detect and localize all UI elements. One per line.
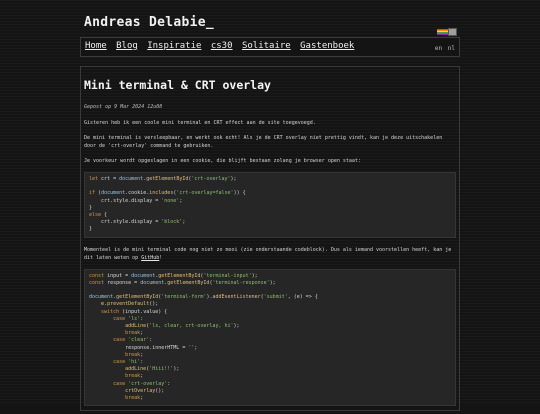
paragraph-4-end: ! (159, 254, 163, 261)
code-line: addLine('Hiii!!'); (125, 366, 180, 373)
code-line: case 'crt-overlay': (113, 380, 171, 387)
code-block-terminal: const input = document.getElementById('t… (84, 268, 456, 407)
code-line: else { (89, 212, 108, 219)
lang-nl-link[interactable]: nl (448, 45, 455, 52)
code-line: const input = document.getElementById('t… (89, 272, 258, 279)
paragraph-2: De mini terminal is versleepbaar, en wer… (84, 135, 443, 149)
nav-link-blog[interactable]: Blog (116, 41, 138, 51)
lang-en-link[interactable]: en (435, 45, 442, 52)
code-line: break; (125, 351, 144, 358)
article-title: Mini terminal & CRT overlay (84, 78, 271, 92)
code-line: response.innerHTML = ''; (89, 344, 198, 351)
code-line: case 'hi': (113, 359, 144, 366)
code-line: } (89, 226, 93, 233)
code-line: case 'clear': (113, 337, 153, 344)
site-title: Andreas Delabie_ (84, 15, 215, 30)
language-switcher: en nl (433, 45, 455, 52)
code-line: switch (input.value) { (101, 308, 168, 315)
code-line: case 'ls': (113, 315, 144, 322)
code-line: const response = document.getElementById… (89, 279, 276, 286)
paragraph-4: Momenteel is de mini terminal code nog n… (84, 246, 456, 262)
code-line: crtOverlay(); (125, 387, 165, 394)
code-line: break; (125, 373, 144, 380)
code-line: if (document.cookie.includes('crt-overla… (89, 190, 246, 197)
nav-link-inspiratie[interactable]: Inspiratie (147, 41, 201, 51)
nav-link-solitaire[interactable]: Solitaire (242, 41, 291, 51)
article: Mini terminal & CRT overlay Gepost op 9 … (84, 72, 456, 414)
code-line: document.getElementById('terminal-form')… (89, 294, 318, 301)
post-date: Gepost op 9 Mar 2024 12u08 (84, 104, 163, 110)
nav-link-gastenboek[interactable]: Gastenboek (300, 41, 354, 51)
code-line: break; (125, 395, 144, 402)
paragraph-4-text: Momenteel is de mini terminal code nog n… (84, 246, 452, 261)
code-line: let crt = document.getElementById('crt-o… (89, 176, 237, 182)
code-line: break; (125, 330, 144, 337)
code-line: crt.style.display = 'block'; (89, 219, 186, 226)
code-line: e.preventDefault(); (89, 301, 159, 308)
github-link[interactable]: GitHub (141, 255, 159, 261)
paragraph-1: Gisteren heb ik een coole mini terminal … (84, 120, 316, 126)
code-line: } (89, 204, 93, 211)
nav-links: Home Blog Inspiratie cs30 Solitaire Gast… (85, 41, 358, 51)
paragraph-3: Je voorkeur wordt opgeslagen in een cook… (84, 158, 361, 164)
main-nav: Home Blog Inspiratie cs30 Solitaire Gast… (80, 28, 460, 57)
nav-link-home[interactable]: Home (85, 41, 107, 51)
nyan-cat-icon (448, 28, 457, 36)
code-line: crt.style.display = 'none'; (89, 197, 183, 204)
code-block-cookie: let crt = document.getElementById('crt-o… (84, 172, 456, 238)
nav-link-cs30[interactable]: cs30 (211, 41, 233, 51)
code-line: addLine('ls, clear, crt-overlay, hi'); (125, 323, 240, 330)
